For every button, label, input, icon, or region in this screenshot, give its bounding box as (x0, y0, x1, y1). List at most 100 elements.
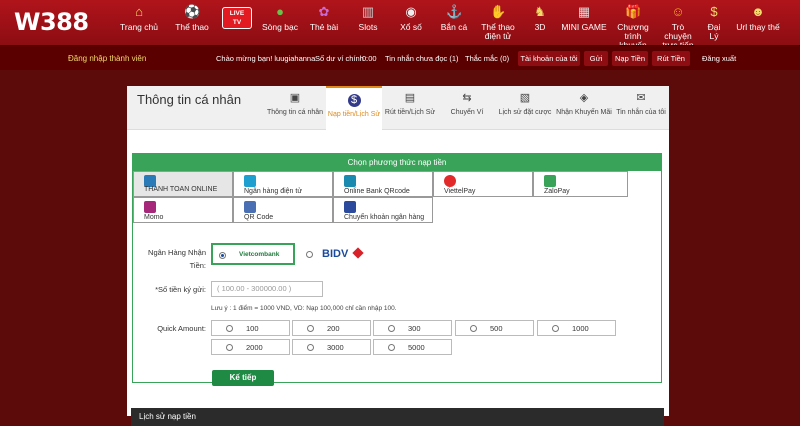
quick-amount-option[interactable]: 5000 (373, 339, 452, 355)
radio-button[interactable] (307, 344, 314, 351)
send-button[interactable]: Gửi (584, 51, 608, 66)
deposit-form: Chọn phương thức nạp tiền THANH TOAN ONL… (132, 153, 662, 386)
dollar-coin-icon: $ (347, 94, 361, 107)
radio-button[interactable] (552, 325, 559, 332)
conversion-note: Lưu ý : 1 điểm = 1000 VND, VD: Nạp 100,0… (211, 305, 397, 312)
radio-button[interactable] (470, 325, 477, 332)
casino-chip-icon: ● (276, 4, 284, 19)
money-bag-icon: $ (710, 4, 718, 19)
home-icon: ⌂ (135, 4, 143, 19)
quick-amount-option[interactable]: 2000 (211, 339, 290, 355)
deposit-method-header: Chọn phương thức nạp tiền (133, 154, 661, 171)
quick-amount-option[interactable]: 300 (373, 320, 452, 336)
radio-button[interactable] (388, 344, 395, 351)
zalopay-icon (544, 175, 556, 187)
method-momo[interactable]: Momo (133, 197, 233, 223)
vietcombank-logo: Vietcombank (239, 251, 280, 258)
method-online-bank-qr[interactable]: Online Bank QRcode (333, 171, 433, 197)
nav-sports[interactable]: ⚽ Thể thao (170, 4, 214, 32)
qr-bank-icon (344, 175, 356, 187)
quick-amount-label: Quick Amount: (157, 324, 206, 333)
tab-withdraw-history[interactable]: ▤ Rút tiền/Lịch Sử (383, 86, 437, 130)
bidv-mark-icon (352, 247, 364, 259)
deposit-amount-label: *Số tiền ký gửi: (155, 285, 206, 294)
radio-button[interactable] (226, 344, 233, 351)
nav-slots[interactable]: ▥ Slots (351, 4, 385, 32)
tag-icon: ◈ (579, 92, 589, 104)
nav-agent[interactable]: $ Đại Lý (702, 4, 726, 41)
gift-icon: 🎁 (625, 4, 642, 19)
live-tv-icon: LIVE TV (222, 7, 252, 29)
tab-messages[interactable]: ✉ Tin nhắn của tôi (615, 86, 667, 130)
viettelpay-icon (444, 175, 456, 187)
radio-button[interactable] (219, 252, 226, 259)
deposit-button[interactable]: Nạp Tiền (612, 51, 648, 66)
tab-deposit-history[interactable]: $ Nạp tiền/Lịch Sử (326, 86, 382, 130)
slot-machine-icon: ▥ (361, 4, 375, 19)
quick-amount-option[interactable]: 500 (455, 320, 534, 336)
radio-button[interactable] (306, 251, 313, 258)
nav-lottery[interactable]: ◉ Xổ số (395, 4, 427, 32)
account-info-bar: Đăng nhập thành viên Chào mừng bạn! luug… (0, 45, 800, 70)
panel-header: Thông tin cá nhân ▣ Thông tin cá nhân $ … (127, 86, 669, 130)
nav-3d[interactable]: ♞ 3D (528, 4, 552, 32)
member-login-link[interactable]: Đăng nhập thành viên (68, 54, 146, 63)
id-card-icon: ▣ (289, 92, 301, 104)
playing-card-icon: ✿ (318, 4, 330, 19)
bet-history-icon: ▧ (519, 92, 531, 104)
radio-button[interactable] (226, 325, 233, 332)
nav-home[interactable]: ⌂ Trang chủ (119, 4, 159, 32)
logout-link[interactable]: Đăng xuất (702, 54, 736, 63)
quick-amount-option[interactable]: 100 (211, 320, 290, 336)
transfer-arrows-icon: ⇆ (462, 92, 472, 104)
tab-promotions[interactable]: ◈ Nhận Khuyến Mãi (555, 86, 613, 130)
deposit-amount-input[interactable]: ( 100.00 - 300000.00 ) (211, 281, 323, 297)
nav-alt-url[interactable]: ☻ Url thay thế (735, 4, 781, 32)
next-button[interactable]: Kế tiếp (212, 370, 274, 386)
nav-fishing[interactable]: ⚓ Bắn cá (437, 4, 471, 32)
tab-personal-info[interactable]: ▣ Thông tin cá nhân (265, 86, 325, 130)
qr-code-icon (244, 201, 256, 213)
receiving-bank-label: Ngân Hàng Nhận Tiền: (148, 248, 206, 270)
brand-logo[interactable]: W388 (14, 8, 89, 36)
envelope-icon: ✉ (636, 92, 646, 104)
nav-mini-game[interactable]: ▦ MINI GAME (560, 4, 608, 32)
radio-button[interactable] (307, 325, 314, 332)
withdraw-button[interactable]: Rút Tiền (652, 51, 690, 66)
method-bank-transfer[interactable]: Chuyển khoản ngân hàng (333, 197, 433, 223)
quick-amount-option[interactable]: 1000 (537, 320, 616, 336)
wallet-icon: ▤ (404, 92, 416, 104)
bidv-logo: BIDV (322, 248, 349, 260)
method-viettelpay[interactable]: ViettelPay (433, 171, 533, 197)
method-online-payment[interactable]: THANH TOAN ONLINE (133, 171, 233, 197)
horse-icon: ♞ (534, 4, 546, 19)
nav-live-chat[interactable]: ☺ Trò chuyện trực tiếp (657, 4, 699, 50)
balance-value: 0.00 (362, 54, 377, 63)
page-title: Thông tin cá nhân (137, 92, 242, 107)
method-e-banking[interactable]: Ngân hàng điện tử (233, 171, 333, 197)
top-navigation: W388 ⌂ Trang chủ ⚽ Thể thao LIVE TV ● Sò… (0, 0, 800, 59)
anchor-icon: ⚓ (446, 4, 463, 19)
quick-amount-option[interactable]: 3000 (292, 339, 371, 355)
tab-wallet-transfer[interactable]: ⇆ Chuyển Ví (443, 86, 491, 130)
tab-bet-history[interactable]: ▧ Lịch sử đặt cược (497, 86, 553, 130)
chat-agent-icon: ☺ (671, 4, 685, 19)
bank-option-vietcombank[interactable]: Vietcombank (211, 243, 295, 265)
nav-card-games[interactable]: ✿ Thẻ bài (306, 4, 342, 32)
momo-icon (144, 201, 156, 213)
method-zalopay[interactable]: ZaloPay (533, 171, 628, 197)
method-qr-code[interactable]: QR Code (233, 197, 333, 223)
nav-esports[interactable]: ✋ Thể thao điện tử (477, 4, 519, 41)
mini-game-icon: ▦ (577, 4, 591, 19)
radio-button[interactable] (388, 325, 395, 332)
nav-live-tv[interactable]: LIVE TV (222, 4, 252, 35)
esports-icon: ✋ (490, 4, 507, 19)
my-account-button[interactable]: Tài khoản của tôi (518, 51, 580, 66)
bank-option-bidv[interactable]: BIDV (299, 243, 383, 265)
unread-messages-link[interactable]: Tin nhắn chưa đọc (1) (385, 54, 459, 63)
questions-link[interactable]: Thắc mắc (0) (465, 54, 509, 63)
quick-amount-option[interactable]: 200 (292, 320, 371, 336)
deposit-history-header[interactable]: Lịch sử nạp tiền (131, 408, 664, 426)
nav-casino[interactable]: ● Sòng bạc (260, 4, 300, 32)
soccer-ball-icon: ⚽ (184, 4, 201, 19)
